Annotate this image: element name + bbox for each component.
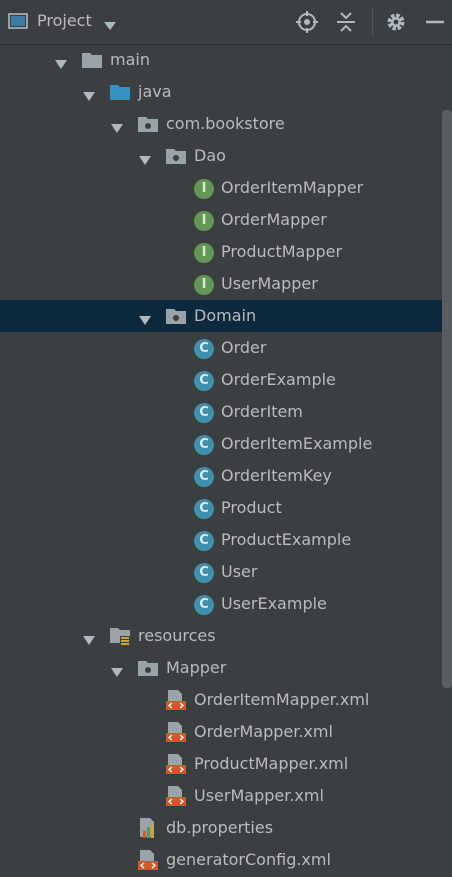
- tree-row[interactable]: OrderItemMapper.xml: [0, 684, 452, 716]
- class-icon: C: [194, 339, 214, 359]
- tree-row[interactable]: C Product: [0, 492, 452, 524]
- expand-arrow-icon[interactable]: [54, 55, 68, 74]
- tree-item-label: OrderMapper: [221, 210, 327, 229]
- folder-icon: [81, 50, 103, 70]
- tree-row[interactable]: C OrderItemKey: [0, 460, 452, 492]
- tree-item-label: resources: [138, 626, 216, 645]
- tree-item-label: Domain: [194, 306, 257, 325]
- tree-row[interactable]: I ProductMapper: [0, 236, 452, 268]
- tree-item-label: com.bookstore: [166, 114, 285, 133]
- package-icon: [165, 146, 187, 166]
- tree-item-label: generatorConfig.xml: [166, 850, 331, 869]
- tree-row[interactable]: I UserMapper: [0, 268, 452, 300]
- expand-arrow-icon[interactable]: [82, 87, 96, 106]
- tree-row[interactable]: Dao: [0, 140, 452, 172]
- tree-row[interactable]: UserMapper.xml: [0, 780, 452, 812]
- tree-item-label: OrderItemMapper.xml: [194, 690, 370, 709]
- tree-row[interactable]: C OrderItem: [0, 396, 452, 428]
- class-icon: C: [194, 531, 214, 551]
- tree-row[interactable]: db.properties: [0, 812, 452, 844]
- package-icon: [137, 114, 159, 134]
- tree-item-label: main: [110, 50, 150, 69]
- interface-icon: I: [194, 179, 214, 199]
- tree-row[interactable]: main: [0, 44, 452, 76]
- tree-item-label: Dao: [194, 146, 226, 165]
- interface-icon: I: [194, 243, 214, 263]
- expand-arrow-icon[interactable]: [138, 151, 152, 170]
- resources-folder-icon: [109, 625, 131, 646]
- tree-item-label: ProductExample: [221, 530, 352, 549]
- tree-row[interactable]: OrderMapper.xml: [0, 716, 452, 748]
- expand-arrow-icon[interactable]: [82, 631, 96, 650]
- tree-row[interactable]: generatorConfig.xml: [0, 844, 452, 876]
- tree-item-label: Product: [221, 498, 282, 517]
- class-icon: C: [194, 563, 214, 583]
- tree-row[interactable]: C UserExample: [0, 588, 452, 620]
- tree-item-label: OrderMapper.xml: [194, 722, 333, 741]
- xml-file-icon: [165, 753, 187, 774]
- xml-file-icon: [165, 785, 187, 806]
- hide-minus-icon[interactable]: [423, 10, 447, 34]
- tree-item-label: OrderExample: [221, 370, 336, 389]
- tree-row[interactable]: com.bookstore: [0, 108, 452, 140]
- properties-file-icon: [137, 817, 159, 838]
- tree-row[interactable]: C User: [0, 556, 452, 588]
- tree-item-label: OrderItemKey: [221, 466, 332, 485]
- project-view-title[interactable]: Project: [37, 11, 92, 30]
- settings-gear-icon[interactable]: [384, 10, 408, 34]
- tree-row[interactable]: Domain: [0, 300, 452, 332]
- class-icon: C: [194, 403, 214, 423]
- expand-arrow-icon[interactable]: [110, 119, 124, 138]
- class-icon: C: [194, 499, 214, 519]
- tree-item-label: UserMapper: [221, 274, 318, 293]
- tree-row[interactable]: resources: [0, 620, 452, 652]
- tree-item-label: UserMapper.xml: [194, 786, 324, 805]
- tree-item-label: OrderItemMapper: [221, 178, 364, 197]
- project-toolwindow-header: Project: [0, 0, 452, 45]
- tree-row[interactable]: C ProductExample: [0, 524, 452, 556]
- class-icon: C: [194, 595, 214, 615]
- xml-file-icon: [165, 721, 187, 742]
- locate-icon[interactable]: [295, 10, 319, 34]
- tree-row[interactable]: I OrderMapper: [0, 204, 452, 236]
- vertical-scrollbar[interactable]: [442, 110, 452, 688]
- tree-item-label: Mapper: [166, 658, 227, 677]
- tree-item-label: java: [138, 82, 172, 101]
- source-folder-icon: [109, 82, 131, 102]
- tree-row[interactable]: ProductMapper.xml: [0, 748, 452, 780]
- package-icon: [137, 658, 159, 678]
- dropdown-caret-icon[interactable]: [103, 16, 117, 35]
- tree-row[interactable]: Mapper: [0, 652, 452, 684]
- tree-row[interactable]: java: [0, 76, 452, 108]
- tree-item-label: User: [221, 562, 258, 581]
- tree-item-label: ProductMapper.xml: [194, 754, 349, 773]
- interface-icon: I: [194, 275, 214, 295]
- tree-item-label: UserExample: [221, 594, 327, 613]
- collapse-all-icon[interactable]: [334, 10, 358, 34]
- class-icon: C: [194, 467, 214, 487]
- tree-item-label: OrderItemExample: [221, 434, 373, 453]
- tree-item-label: OrderItem: [221, 402, 303, 421]
- header-separator: [372, 8, 373, 36]
- expand-arrow-icon[interactable]: [110, 663, 124, 682]
- package-icon: [165, 306, 187, 326]
- tree-row[interactable]: I OrderItemMapper: [0, 172, 452, 204]
- interface-icon: I: [194, 211, 214, 231]
- tree-row[interactable]: C Order: [0, 332, 452, 364]
- class-icon: C: [194, 371, 214, 391]
- project-tree[interactable]: main java com.bookstore Dao I OrderItemMapper…: [0, 44, 452, 877]
- xml-file-icon: [165, 689, 187, 710]
- tree-row[interactable]: C OrderItemExample: [0, 428, 452, 460]
- tree-row[interactable]: C OrderExample: [0, 364, 452, 396]
- project-view-icon: [8, 12, 28, 30]
- expand-arrow-icon[interactable]: [138, 311, 152, 330]
- class-icon: C: [194, 435, 214, 455]
- xml-file-icon: [137, 849, 159, 870]
- tree-item-label: ProductMapper: [221, 242, 343, 261]
- tree-item-label: db.properties: [166, 818, 274, 837]
- tree-item-label: Order: [221, 338, 267, 357]
